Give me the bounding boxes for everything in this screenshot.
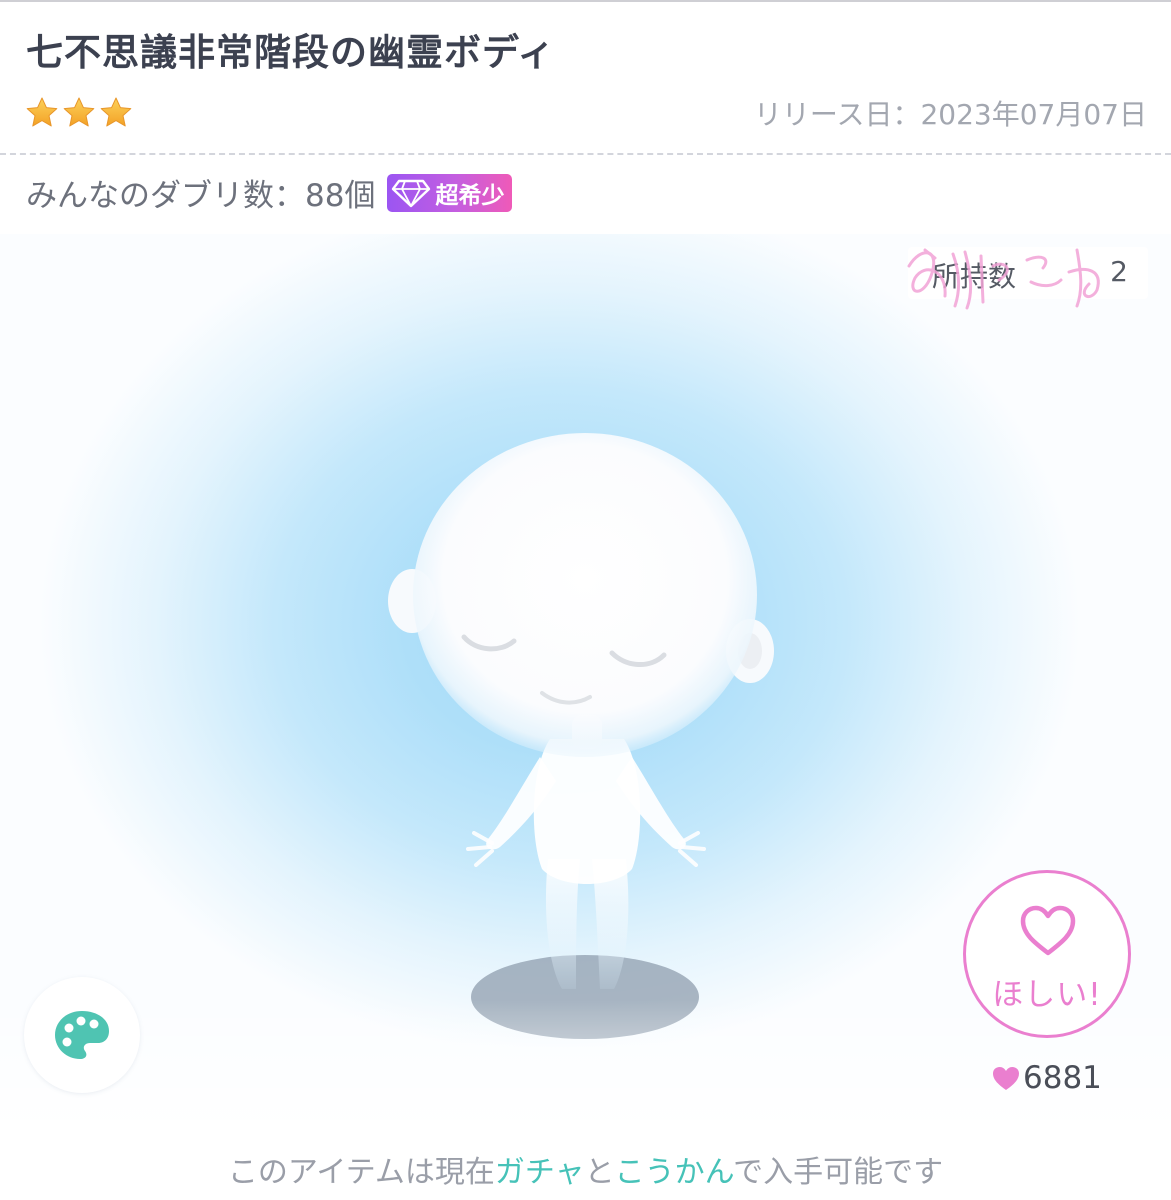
handwritten-scribble <box>907 248 1100 310</box>
rarity-badge-label: 超希少 <box>435 182 505 209</box>
item-detail-page: 七不思議非常階段の幽霊ボディ リリース日：2023年07月07日 みんなのダブリ… <box>0 0 1171 1200</box>
ghost-body-figure <box>388 433 774 1039</box>
palette-icon <box>55 1011 109 1059</box>
availability-prefix: このアイテムは現在 <box>227 1155 495 1190</box>
diamond-icon <box>392 179 431 207</box>
star-icon <box>26 97 58 127</box>
rarity-badge: 超希少 <box>387 173 513 212</box>
availability-suffix: で入手可能です <box>733 1155 944 1190</box>
like-count: 6881 <box>991 1060 1102 1096</box>
want-button-label: ほしい! <box>992 977 1102 1013</box>
rarity-stars <box>24 95 134 131</box>
star-icon <box>63 97 95 127</box>
gacha-link[interactable]: ガチャ <box>495 1155 585 1190</box>
item-preview: 所持数 2 ほしい! 6881 <box>0 234 1171 1120</box>
exchange-link[interactable]: こうかん <box>615 1155 734 1190</box>
star-icon <box>100 97 132 127</box>
item-title: 七不思議非常階段の幽霊ボディ <box>26 31 556 74</box>
top-border <box>0 0 1171 2</box>
like-count-value: 6881 <box>1023 1060 1102 1096</box>
heart-icon <box>993 1066 1019 1090</box>
color-palette-button[interactable] <box>24 977 140 1093</box>
duplicate-count-row: みんなのダブリ数：88個 超希少 <box>26 170 513 215</box>
dashed-divider <box>0 153 1171 155</box>
release-date: リリース日：2023年07月07日 <box>753 98 1147 131</box>
duplicate-count: みんなのダブリ数：88個 <box>26 178 376 214</box>
availability-note: このアイテムは現在ガチャとこうかんで入手可能です <box>0 1147 1171 1191</box>
heart-outline-icon <box>1020 905 1076 956</box>
availability-middle: と <box>584 1155 615 1190</box>
want-button[interactable]: ほしい! <box>963 870 1131 1038</box>
